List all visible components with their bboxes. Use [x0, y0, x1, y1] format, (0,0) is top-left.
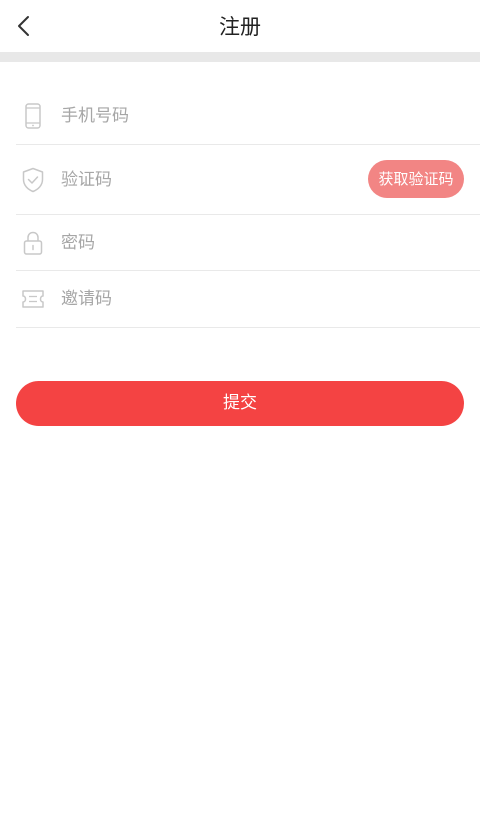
submit-button[interactable]: 提交: [16, 381, 464, 426]
ticket-icon: [22, 290, 44, 308]
app-header: 注册: [0, 0, 480, 52]
phone-row: [16, 88, 480, 145]
shield-check-icon: [22, 167, 44, 193]
lock-icon: [23, 231, 43, 255]
invite-row: [16, 271, 480, 328]
password-row: [16, 215, 480, 271]
password-input[interactable]: [61, 228, 361, 258]
code-input[interactable]: [61, 165, 321, 195]
page-title: 注册: [219, 15, 261, 39]
header-divider: [0, 52, 480, 62]
phone-input[interactable]: [61, 101, 361, 131]
get-code-button[interactable]: 获取验证码: [368, 160, 464, 198]
code-row: 获取验证码: [16, 145, 480, 215]
invite-input[interactable]: [61, 284, 361, 314]
phone-icon: [25, 103, 41, 129]
